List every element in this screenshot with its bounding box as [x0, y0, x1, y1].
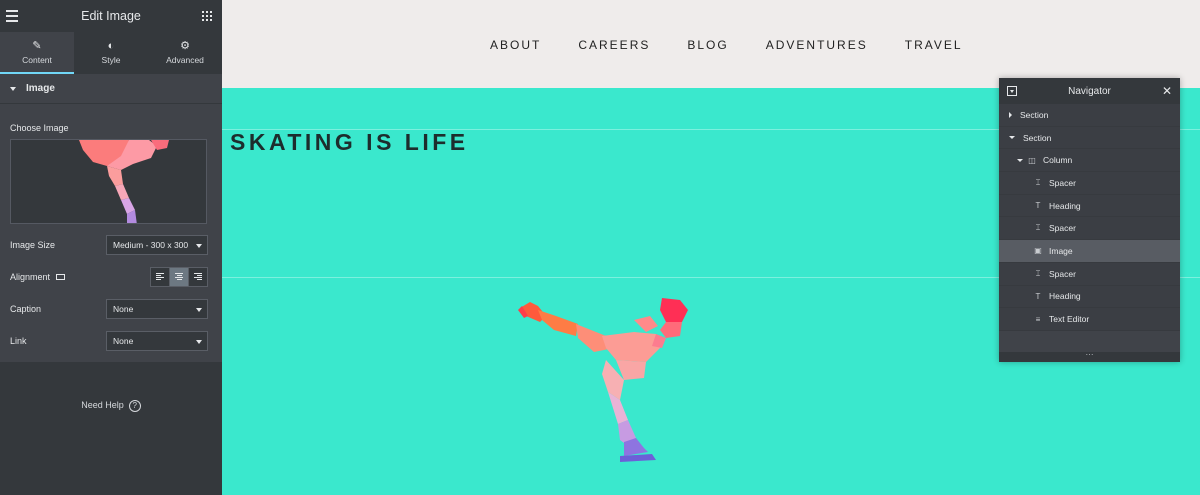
- alignment-control: Alignment: [10, 267, 208, 287]
- skater-image[interactable]: [516, 296, 696, 476]
- navigator-item-section[interactable]: Section: [999, 104, 1180, 127]
- navigator-item-label: Section: [1023, 132, 1052, 143]
- need-help-link[interactable]: Need Help?: [0, 400, 222, 412]
- tab-label: Style: [101, 55, 121, 65]
- panel-tabs: ✎ Content ◐ Style ⚙ Advanced: [0, 32, 222, 74]
- section-image-toggle[interactable]: Image: [0, 74, 222, 104]
- navigator-item-heading[interactable]: T Heading: [999, 285, 1180, 309]
- image-icon: ▣: [1034, 246, 1042, 256]
- navigator-item-column[interactable]: ◫ Column: [999, 149, 1180, 173]
- image-size-control: Image Size Medium - 300 x 300: [10, 235, 208, 255]
- dropdown-arrow-icon: [196, 340, 202, 344]
- heading-icon: T: [1035, 291, 1041, 301]
- choose-image-label: Choose Image: [10, 123, 69, 133]
- widgets-grid-icon[interactable]: [202, 11, 212, 21]
- navigator-item-spacer[interactable]: ⌶ Spacer: [999, 217, 1180, 241]
- image-size-label: Image Size: [10, 240, 56, 250]
- gear-icon: ⚙: [180, 40, 190, 52]
- panel-title: Edit Image: [81, 9, 141, 23]
- half-circle-icon: ◐: [107, 40, 115, 52]
- navigator-resize-handle[interactable]: ···: [999, 350, 1180, 362]
- tab-style[interactable]: ◐ Style: [74, 32, 148, 74]
- align-right-icon: [194, 273, 202, 281]
- navigator-item-label: Heading: [1049, 291, 1081, 302]
- tab-label: Advanced: [166, 55, 204, 65]
- navigator-item-label: Spacer: [1049, 223, 1076, 234]
- alignment-label: Alignment: [10, 272, 51, 282]
- expand-arrow-icon[interactable]: [1009, 111, 1012, 118]
- navigator-panel: Navigator ✕ Section Section ◫ Column ⌶ S…: [999, 78, 1180, 362]
- navigator-item-label: Image: [1049, 245, 1073, 256]
- navigator-item-label: Text Editor: [1049, 314, 1090, 325]
- tab-advanced[interactable]: ⚙ Advanced: [148, 32, 222, 74]
- alignment-label-wrap: Alignment: [10, 272, 66, 282]
- image-preview[interactable]: [10, 139, 207, 224]
- spacer-icon: ⌶: [1035, 177, 1041, 187]
- editor-panel: Edit Image ✎ Content ◐ Style ⚙ Advanced …: [0, 0, 222, 495]
- drag-dots-icon: ···: [1085, 350, 1094, 359]
- pencil-icon: ✎: [32, 40, 42, 52]
- spacer-icon: ⌶: [1035, 223, 1041, 233]
- caption-value: None: [113, 304, 134, 314]
- navigator-item-image[interactable]: ▣ Image: [999, 240, 1180, 263]
- navigator-header[interactable]: Navigator ✕: [999, 78, 1180, 104]
- nav-item-blog[interactable]: BLOG: [687, 38, 728, 52]
- caret-down-icon: [10, 86, 16, 91]
- panel-header: Edit Image: [0, 0, 222, 32]
- align-right-button[interactable]: [188, 267, 208, 287]
- navigator-item-spacer[interactable]: ⌶ Spacer: [999, 172, 1180, 195]
- skater-thumbnail-image: [79, 140, 169, 223]
- caption-control: Caption None: [10, 299, 208, 319]
- tab-content[interactable]: ✎ Content: [0, 32, 74, 74]
- dropdown-arrow-icon: [196, 244, 202, 248]
- navigator-item-label: Section: [1020, 109, 1049, 120]
- navigator-item-label: Heading: [1049, 200, 1081, 211]
- caption-label: Caption: [10, 304, 42, 314]
- nav-item-adventures[interactable]: ADVENTURES: [766, 38, 868, 52]
- close-icon[interactable]: ✕: [1162, 84, 1172, 98]
- desktop-monitor-icon[interactable]: [56, 273, 66, 280]
- align-left-icon: [156, 273, 164, 281]
- navigator-title: Navigator: [1068, 85, 1111, 97]
- nav-item-travel[interactable]: TRAVEL: [905, 38, 963, 52]
- nav-item-careers[interactable]: CAREERS: [578, 38, 650, 52]
- page-canvas: ABOUT CAREERS BLOG ADVENTURES TRAVEL SKA…: [222, 0, 1200, 495]
- navigator-item-spacer[interactable]: ⌶ Spacer: [999, 262, 1180, 286]
- link-value: None: [113, 336, 134, 346]
- collapse-arrow-icon[interactable]: [1017, 158, 1023, 162]
- navigator-item-text-editor[interactable]: ≡ Text Editor: [999, 308, 1180, 331]
- dropdown-arrow-icon: [196, 308, 202, 312]
- align-center-icon: [175, 273, 183, 281]
- section-title: Image: [26, 83, 55, 94]
- text-editor-icon: ≡: [1035, 314, 1041, 324]
- caption-select[interactable]: None: [106, 299, 208, 319]
- navigator-item-label: Spacer: [1049, 268, 1076, 279]
- question-circle-icon: ?: [128, 400, 141, 412]
- align-left-button[interactable]: [150, 267, 170, 287]
- image-size-select[interactable]: Medium - 300 x 300: [106, 235, 208, 255]
- align-center-button[interactable]: [169, 267, 189, 287]
- tab-label: Content: [22, 55, 52, 65]
- collapse-arrow-icon[interactable]: [1009, 136, 1015, 140]
- nav-item-about[interactable]: ABOUT: [490, 38, 541, 52]
- collapse-navigator-icon[interactable]: [1007, 86, 1017, 96]
- hamburger-menu-icon[interactable]: [6, 10, 18, 25]
- link-control: Link None: [10, 331, 208, 351]
- link-label: Link: [10, 336, 27, 346]
- spacer-icon: ⌶: [1035, 268, 1041, 278]
- navigator-item-label: Column: [1043, 155, 1073, 166]
- need-help-label: Need Help: [81, 400, 124, 410]
- navigator-item-section[interactable]: Section: [999, 126, 1180, 150]
- heading-icon: T: [1035, 201, 1041, 211]
- alignment-buttons: [150, 267, 208, 287]
- hero-heading[interactable]: SKATING IS LIFE: [230, 129, 469, 156]
- image-size-value: Medium - 300 x 300: [113, 240, 189, 250]
- panel-footer-area: Need Help?: [0, 362, 222, 495]
- link-select[interactable]: None: [106, 331, 208, 351]
- site-nav: ABOUT CAREERS BLOG ADVENTURES TRAVEL: [490, 38, 1000, 52]
- site-header: ABOUT CAREERS BLOG ADVENTURES TRAVEL: [222, 0, 1200, 88]
- navigator-item-label: Spacer: [1049, 177, 1076, 188]
- navigator-item-heading[interactable]: T Heading: [999, 194, 1180, 218]
- column-icon: ◫: [1028, 155, 1036, 165]
